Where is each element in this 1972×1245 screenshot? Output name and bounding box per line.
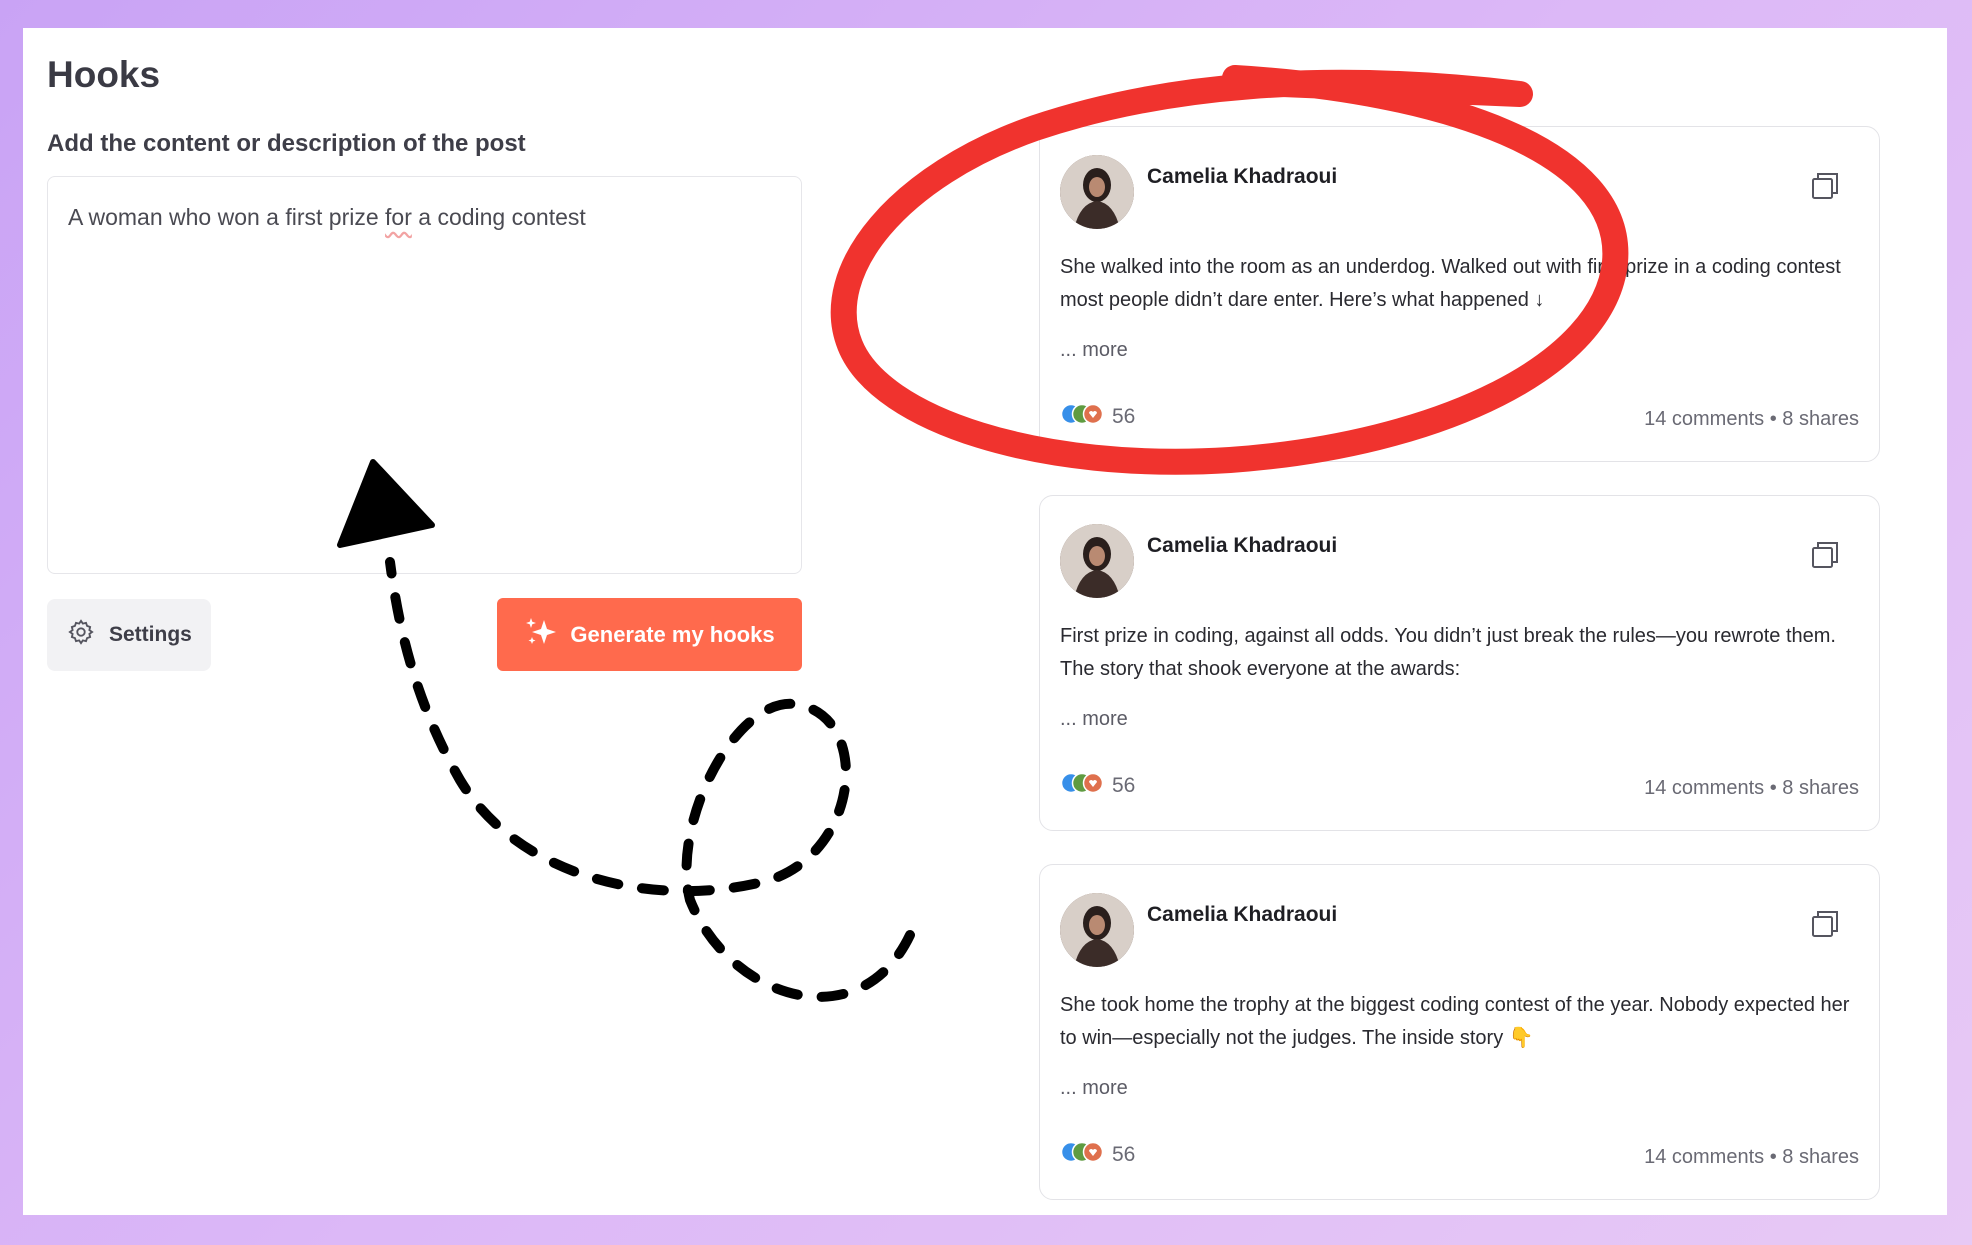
hooks-panel: Hooks Add the content or description of … [23, 28, 1947, 1215]
content-textarea[interactable]: A woman who won a first prize for a codi… [47, 176, 802, 574]
author-name: Camelia Khadraoui [1147, 165, 1338, 188]
reaction-count: 56 [1112, 1142, 1136, 1166]
hook-card: Camelia Khadraoui She walked into the ro… [1039, 126, 1880, 462]
post-text: First prize in coding, against all odds.… [1060, 625, 1836, 680]
avatar [1060, 155, 1134, 229]
engagement-stats: 14 comments • 8 shares [1644, 408, 1859, 431]
generate-hooks-button[interactable]: Generate my hooks [497, 598, 802, 671]
engagement-stats: 14 comments • 8 shares [1644, 1146, 1859, 1169]
more-link[interactable]: ... more [1060, 708, 1128, 731]
comments-count: 14 comments [1644, 408, 1765, 430]
comments-count: 14 comments [1644, 777, 1765, 799]
avatar [1060, 893, 1134, 967]
reaction-count: 56 [1112, 404, 1136, 428]
hook-card: Camelia Khadraoui First prize in coding,… [1039, 495, 1880, 831]
content-text-part: A woman who won a first prize [68, 204, 386, 230]
more-link[interactable]: ... more [1060, 339, 1128, 362]
hook-card: Camelia Khadraoui She took home the trop… [1039, 864, 1880, 1200]
reactions: 56 [1060, 403, 1135, 430]
settings-label: Settings [109, 623, 192, 646]
content-field-label: Add the content or description of the po… [47, 130, 526, 157]
content-text-part: a coding contest [411, 204, 586, 230]
copy-icon[interactable] [1810, 171, 1840, 201]
shares-count: 8 shares [1782, 777, 1859, 799]
more-link[interactable]: ... more [1060, 1077, 1128, 1100]
reaction-count: 56 [1112, 773, 1136, 797]
author-name: Camelia Khadraoui [1147, 903, 1338, 926]
gear-icon [67, 618, 95, 652]
shares-count: 8 shares [1782, 408, 1859, 430]
post-text: She took home the trophy at the biggest … [1060, 994, 1850, 1049]
reaction-icons [1060, 403, 1104, 430]
stats-separator: • [1769, 1146, 1777, 1168]
settings-button[interactable]: Settings [47, 599, 211, 671]
reactions: 56 [1060, 772, 1135, 799]
sparkles-icon [524, 616, 558, 654]
post-text: She walked into the room as an underdog.… [1060, 256, 1841, 311]
content-text-flagged-word: for [385, 204, 412, 230]
reaction-icons [1060, 772, 1104, 799]
generate-label: Generate my hooks [570, 621, 775, 647]
shares-count: 8 shares [1782, 1146, 1859, 1168]
author-name: Camelia Khadraoui [1147, 534, 1338, 557]
avatar [1060, 524, 1134, 598]
comments-count: 14 comments [1644, 1146, 1765, 1168]
copy-icon[interactable] [1810, 909, 1840, 939]
engagement-stats: 14 comments • 8 shares [1644, 777, 1859, 800]
copy-icon[interactable] [1810, 540, 1840, 570]
stats-separator: • [1769, 408, 1777, 430]
reactions: 56 [1060, 1141, 1135, 1168]
page-title: Hooks [47, 54, 161, 95]
stats-separator: • [1769, 777, 1777, 799]
reaction-icons [1060, 1141, 1104, 1168]
